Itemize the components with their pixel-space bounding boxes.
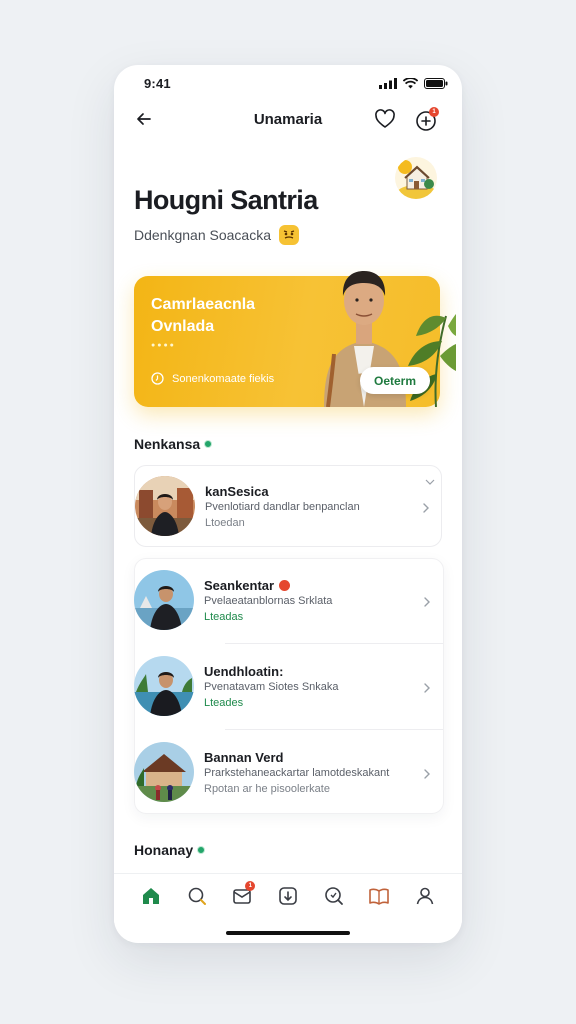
list-item[interactable]: kanSesica Pvenlotiard dandlar benpanclan… bbox=[134, 465, 442, 547]
avatar bbox=[134, 570, 194, 630]
listing-desc: Pvenatavam Siotes Snkaka bbox=[204, 681, 339, 693]
listing-tag: Rpotan ar he pisoolerkate bbox=[204, 783, 330, 795]
notification-badge: 1 bbox=[429, 107, 439, 117]
verified-badge bbox=[279, 580, 291, 591]
tab-profile[interactable] bbox=[413, 884, 437, 908]
promo-card[interactable]: Camrlaeacnla Ovnlada ●●●● Sonenkomaate f… bbox=[134, 271, 456, 407]
profile-subline: Ddenkgnan Soacacka bbox=[134, 225, 299, 245]
promo-meta-text: Sonenkomaate fiekis bbox=[172, 372, 275, 385]
promo-title-line2: Ovnlada bbox=[151, 318, 215, 335]
list-item[interactable]: Seankentar Pvelaeatanblornas Srklata Lte… bbox=[134, 560, 442, 642]
house-illustration bbox=[395, 157, 437, 199]
promo-cta-button[interactable]: Oeterm bbox=[360, 367, 430, 394]
listing-name: Seankentar bbox=[204, 578, 291, 593]
listing-name: Bannan Verd bbox=[204, 750, 284, 765]
chevron-down-icon[interactable] bbox=[425, 478, 435, 486]
listing-name: Uendhloatin: bbox=[204, 664, 284, 679]
listing-name: kanSesica bbox=[205, 484, 269, 499]
home-icon bbox=[142, 888, 159, 904]
section-title-2: Honanay bbox=[134, 842, 206, 858]
app-bar: Unamaria 1 bbox=[114, 107, 462, 131]
section-title-1-text: Nenkansa bbox=[134, 436, 201, 452]
status-bar: 9:41 bbox=[144, 74, 448, 92]
tab-library[interactable] bbox=[367, 884, 391, 908]
avatar bbox=[134, 656, 194, 716]
chevron-right-icon bbox=[423, 503, 429, 513]
heart-icon bbox=[375, 109, 395, 128]
add-square-icon bbox=[279, 887, 297, 905]
tab-add[interactable] bbox=[276, 884, 300, 908]
explore-icon bbox=[324, 887, 343, 905]
divider bbox=[225, 643, 443, 644]
tab-home[interactable] bbox=[139, 884, 163, 908]
search-icon bbox=[188, 887, 206, 905]
book-icon bbox=[369, 888, 390, 905]
section-title-1: Nenkansa bbox=[134, 436, 213, 452]
tab-inbox[interactable]: 1 bbox=[230, 881, 256, 908]
status-time: 9:41 bbox=[144, 75, 171, 91]
list-item[interactable]: Uendhloatin: Pvenatavam Siotes Snkaka Lt… bbox=[134, 646, 442, 728]
signal-icon bbox=[379, 77, 397, 89]
profile-icon bbox=[416, 887, 434, 905]
avatar bbox=[134, 742, 194, 802]
listing-tag: Ltoedan bbox=[205, 517, 245, 529]
clock-icon bbox=[151, 372, 164, 385]
chevron-right-icon bbox=[424, 683, 430, 693]
status-icons bbox=[379, 77, 448, 89]
section-title-2-text: Honanay bbox=[134, 842, 194, 858]
phone-frame: 9:41 Unamaria 1 Hougni Santria Ddenkgnan… bbox=[114, 65, 462, 943]
avatar bbox=[135, 476, 195, 536]
status-dot bbox=[204, 440, 213, 448]
profile-headline: Hougni Santria bbox=[134, 185, 318, 215]
list-item[interactable]: Bannan Verd Prarkstehaneackartar lamotde… bbox=[134, 732, 442, 814]
page-title: Unamaria bbox=[253, 111, 323, 128]
listing-desc: Prarkstehaneackartar lamotdeskakant bbox=[204, 767, 390, 779]
listing-desc: Pvenlotiard dandlar benpanclan bbox=[205, 501, 360, 513]
listing-tag: Lteades bbox=[204, 697, 244, 709]
listing-desc: Pvelaeatanblornas Srklata bbox=[204, 595, 333, 607]
chevron-right-icon bbox=[424, 597, 430, 607]
promo-meta: Sonenkomaate fiekis bbox=[151, 372, 274, 385]
emoji-icon bbox=[279, 225, 299, 245]
tab-explore[interactable] bbox=[322, 884, 346, 908]
home-indicator bbox=[226, 931, 350, 935]
listing-name-text: Seankentar bbox=[204, 578, 275, 593]
tab-bar: 1 bbox=[114, 873, 462, 923]
promo-title-line1: Camrlaeacnla bbox=[151, 296, 256, 313]
battery-icon bbox=[424, 77, 448, 89]
wifi-icon bbox=[403, 77, 418, 88]
status-dot bbox=[197, 846, 206, 854]
favorite-button[interactable] bbox=[373, 107, 397, 131]
add-button[interactable]: 1 bbox=[414, 107, 440, 133]
tab-search[interactable] bbox=[185, 884, 209, 908]
divider bbox=[225, 729, 443, 730]
promo-dots: ●●●● bbox=[151, 342, 176, 349]
listing-tag: Lteadas bbox=[204, 611, 244, 623]
profile-subline-text: Ddenkgnan Soacacka bbox=[134, 227, 271, 243]
chevron-right-icon bbox=[424, 769, 430, 779]
